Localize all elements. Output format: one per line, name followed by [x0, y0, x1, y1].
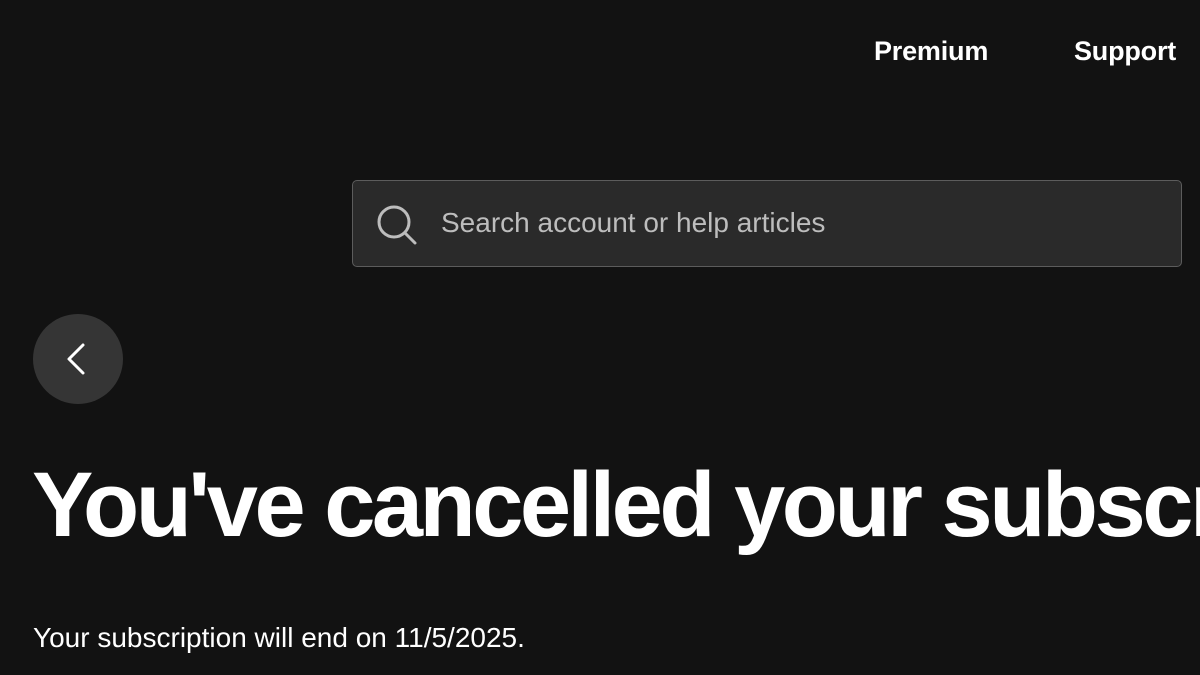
- search-input[interactable]: [441, 181, 1161, 265]
- subscription-end-message: Your subscription will end on 11/5/2025.: [33, 622, 525, 653]
- page-title: You've cancelled your subscription: [32, 454, 1200, 556]
- account-page: Premium Support You've cancelled your su…: [0, 0, 1200, 675]
- nav-link-premium[interactable]: Premium: [874, 36, 988, 67]
- chevron-left-icon: [67, 343, 85, 375]
- search-icon: [375, 203, 419, 247]
- back-button[interactable]: [33, 314, 123, 404]
- nav-link-support[interactable]: Support: [1074, 36, 1176, 67]
- search-bar[interactable]: [352, 180, 1182, 267]
